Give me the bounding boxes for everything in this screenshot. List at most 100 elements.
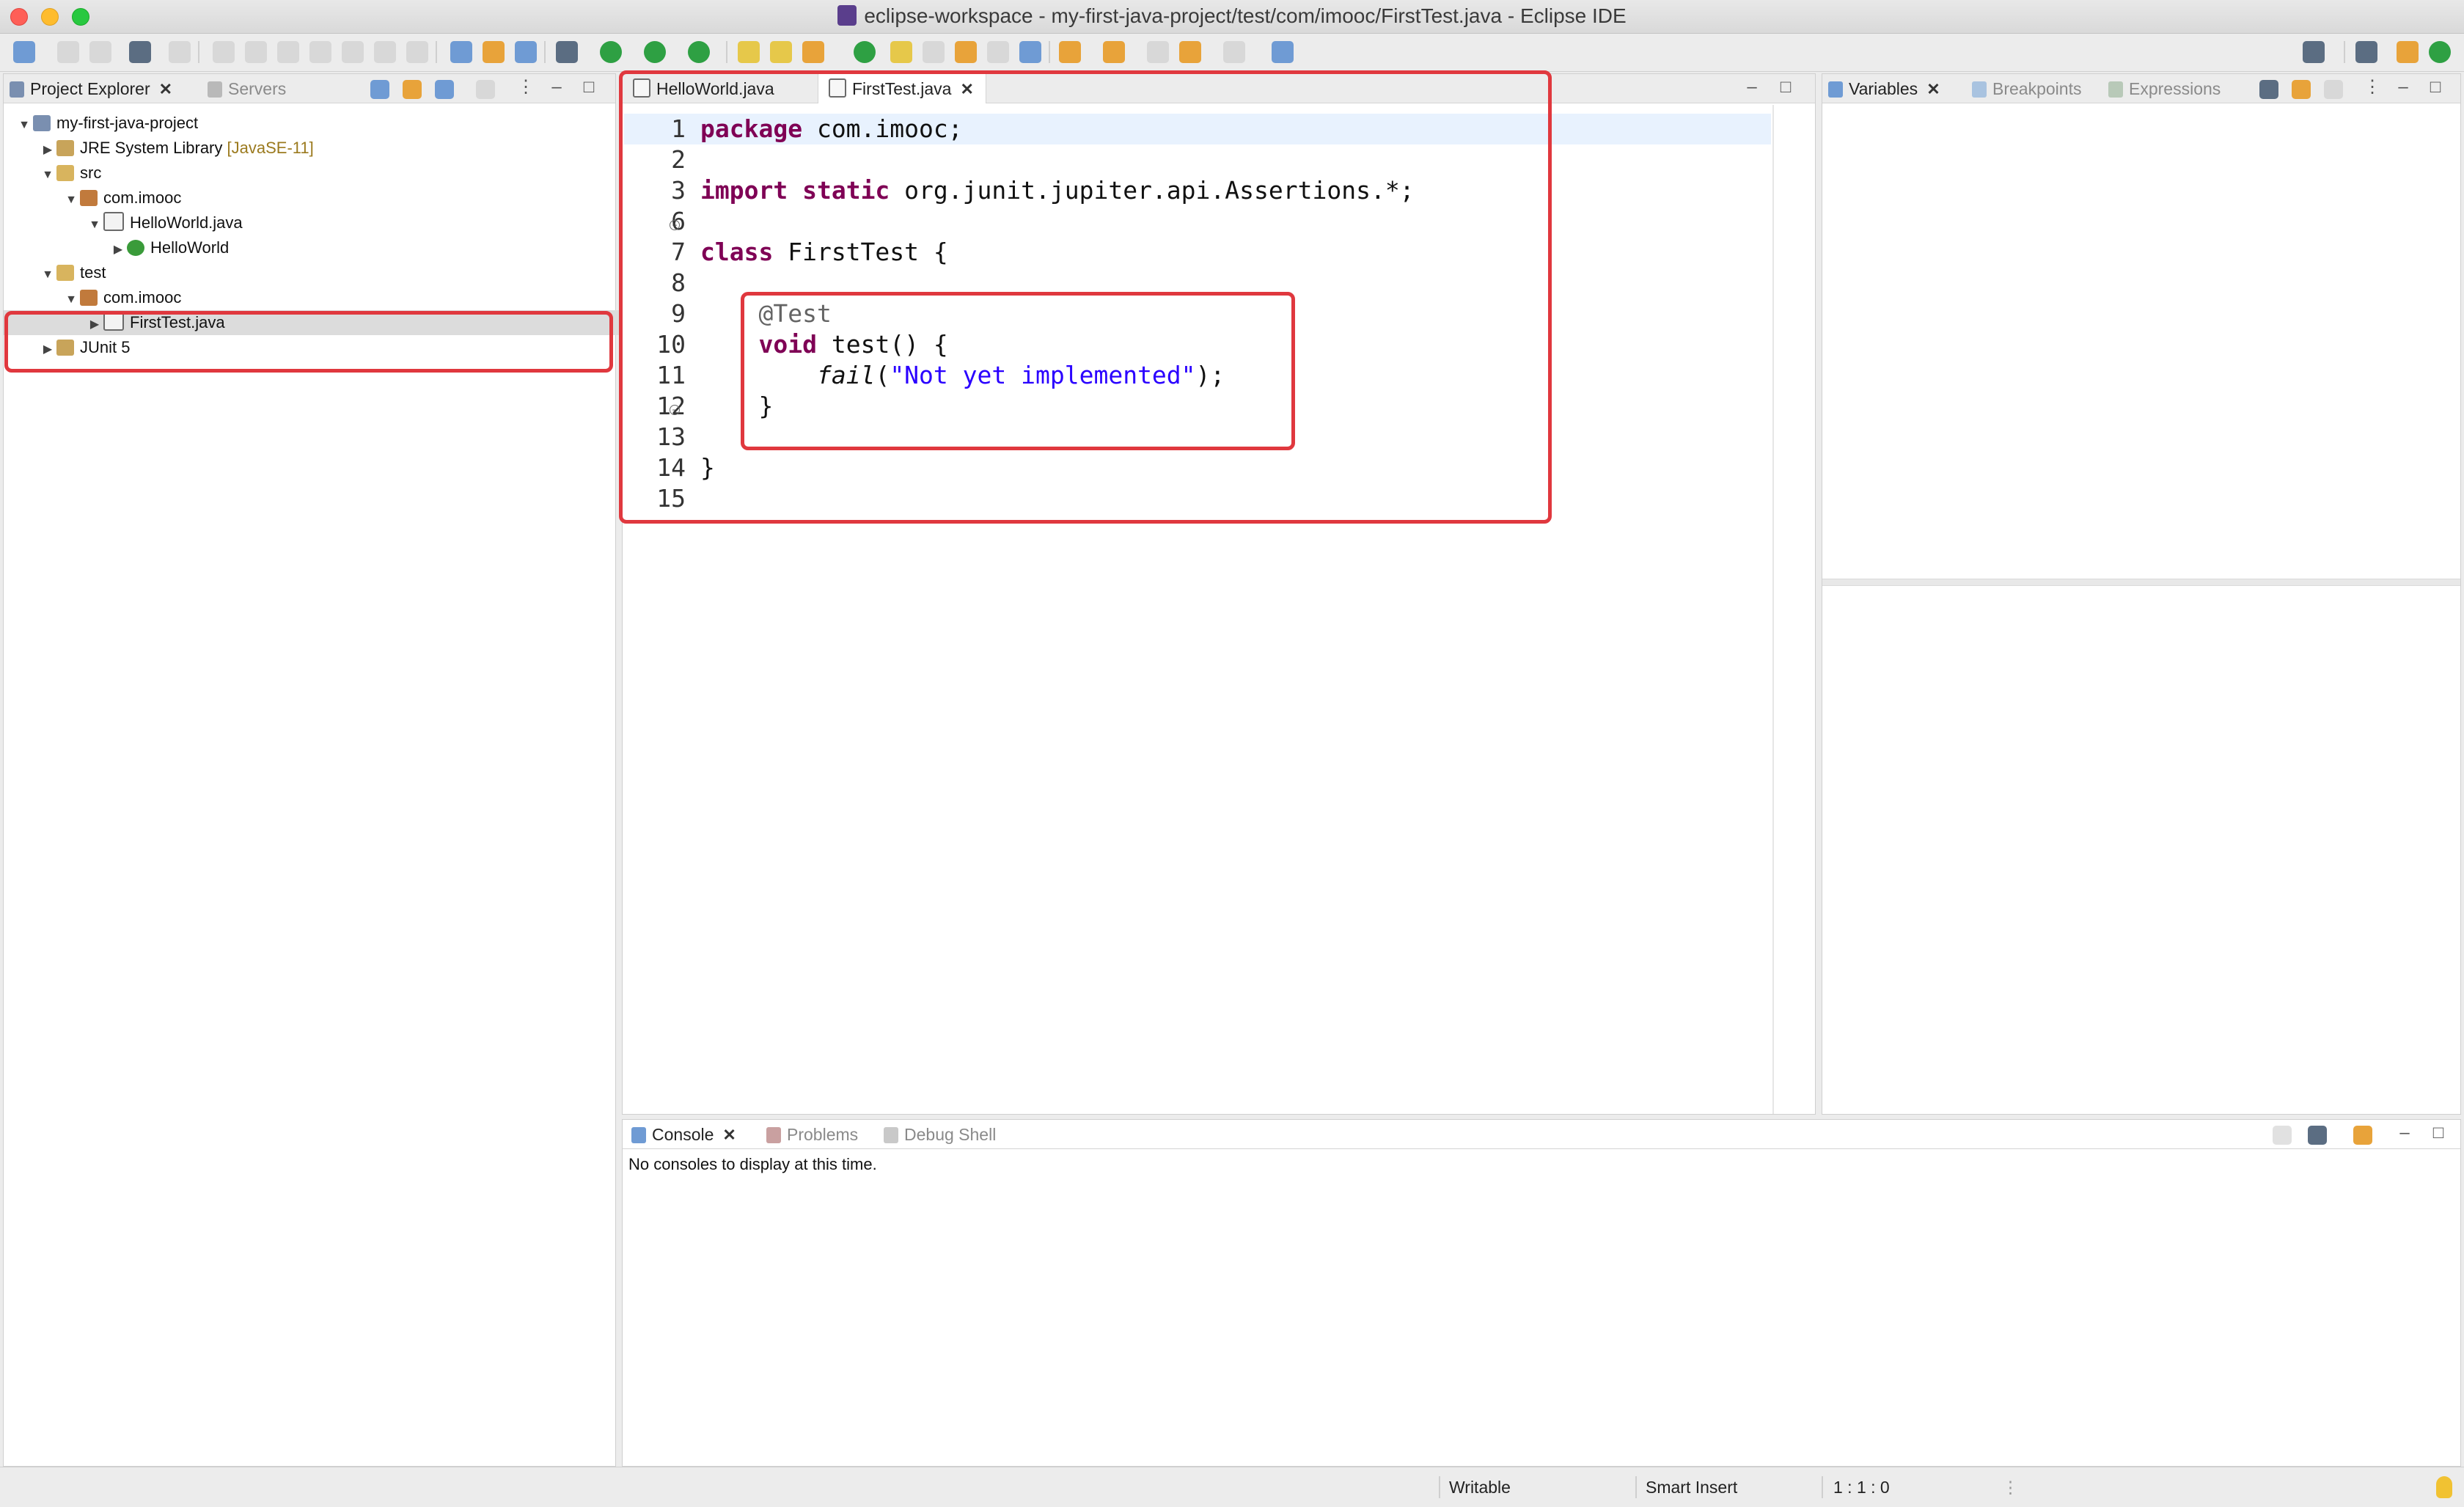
collapse-all-icon[interactable] [2324, 80, 2343, 99]
minimize-view-icon[interactable]: – [549, 78, 564, 96]
resume-icon[interactable] [213, 41, 235, 63]
debug-icon[interactable] [556, 41, 578, 63]
maximize-view-icon[interactable]: □ [2431, 1124, 2446, 1142]
edit-icon[interactable] [890, 41, 912, 63]
show-type-names-icon[interactable] [2259, 80, 2278, 99]
minimize-view-icon[interactable]: – [2397, 1124, 2412, 1142]
expanded-arrow-icon[interactable]: ▼ [15, 113, 33, 138]
expanded-arrow-icon[interactable]: ▼ [86, 213, 103, 238]
java-perspective-icon[interactable] [2397, 41, 2419, 63]
project-tree: ▼ my-first-java-project ▶ JRE System Libra… [4, 111, 694, 477]
step-return-icon[interactable] [406, 41, 428, 63]
maximize-view-icon[interactable]: □ [2428, 78, 2443, 96]
step-into-icon[interactable] [342, 41, 364, 63]
expanded-arrow-icon[interactable]: ▼ [62, 287, 80, 312]
close-icon[interactable]: ✕ [722, 1121, 736, 1150]
pin-editor-icon[interactable] [1272, 41, 1294, 63]
tree-item-package[interactable]: ▼ com.imooc [4, 186, 181, 210]
forward-icon[interactable] [1223, 41, 1245, 63]
project-explorer-tabbar: Project Explorer ✕ Servers ⋮ – □ [4, 74, 615, 103]
tab-expressions[interactable]: Expressions [2108, 74, 2221, 103]
tab-problems[interactable]: Problems [766, 1120, 858, 1149]
open-type-icon[interactable] [515, 41, 537, 63]
maximize-view-icon[interactable]: □ [582, 78, 596, 96]
tree-item-src[interactable]: ▼ src [4, 161, 101, 186]
suspend-icon[interactable] [245, 41, 267, 63]
expanded-arrow-icon[interactable]: ▼ [39, 163, 56, 188]
tree-item-project[interactable]: ▼ my-first-java-project [4, 111, 198, 136]
tree-item-jre-library[interactable]: ▶ JRE System Library [JavaSE-11] [4, 136, 314, 161]
tree-item-package[interactable]: ▼ com.imooc [4, 285, 181, 310]
link-with-editor-icon[interactable] [403, 80, 422, 99]
debug-perspective-icon[interactable] [2429, 41, 2451, 63]
focus-icon[interactable] [476, 80, 495, 99]
open-folder-icon[interactable] [738, 41, 760, 63]
mark-occurrences-icon[interactable] [483, 41, 505, 63]
variables-panel: Variables ✕ Breakpoints Expressions ⋮ – □ [1822, 73, 2461, 1115]
tip-bulb-icon[interactable] [2436, 1476, 2452, 1498]
filter-icon[interactable] [435, 80, 454, 99]
variables-splitter[interactable] [1822, 579, 2460, 586]
open-console-icon[interactable] [2353, 1126, 2372, 1145]
last-edit-location-icon[interactable] [1147, 41, 1169, 63]
terminate-icon[interactable] [277, 41, 299, 63]
view-menu-icon[interactable]: ⋮ [2364, 78, 2381, 96]
disconnect-icon[interactable] [309, 41, 331, 63]
tab-variables[interactable]: Variables ✕ [1828, 74, 1940, 103]
next-annotation-icon[interactable] [1059, 41, 1081, 63]
servers-icon [208, 81, 222, 98]
close-icon[interactable]: ✕ [1926, 75, 1940, 104]
minimize-view-icon[interactable]: – [2396, 78, 2410, 96]
show-whitespace-icon[interactable] [1019, 41, 1041, 63]
console-tabbar: Console ✕ Problems Debug Shell – □ [623, 1120, 2460, 1149]
expanded-arrow-icon[interactable]: ▼ [39, 263, 56, 287]
tree-item-test[interactable]: ▼ test [4, 260, 106, 285]
new-icon[interactable] [13, 41, 35, 63]
maximize-view-icon[interactable]: □ [1778, 78, 1793, 96]
outline-icon[interactable] [450, 41, 472, 63]
tab-servers[interactable]: Servers [208, 74, 286, 103]
project-explorer-panel: Project Explorer ✕ Servers ⋮ – □ ▼ my-firs… [3, 73, 694, 1467]
show-logical-structure-icon[interactable] [2292, 80, 2311, 99]
view-menu-icon[interactable]: ⋮ [517, 78, 535, 96]
open-file-icon[interactable] [770, 41, 792, 63]
tree-item-helloworld-java[interactable]: ▼ HelloWorld.java [4, 210, 243, 235]
minimize-view-icon[interactable]: – [1745, 78, 1759, 96]
search-task-icon[interactable] [854, 41, 876, 63]
toggle-breadcrumb-icon[interactable] [923, 41, 945, 63]
debug-shell-icon [884, 1127, 898, 1143]
status-drag-handle-icon[interactable]: ⋮ [2002, 1467, 2019, 1507]
new-wizard-icon[interactable] [802, 41, 824, 63]
tab-console[interactable]: Console ✕ [631, 1120, 736, 1149]
coverage-icon[interactable] [644, 41, 666, 63]
run-icon[interactable] [600, 41, 622, 63]
expanded-arrow-icon[interactable]: ▼ [62, 188, 80, 213]
collapse-all-icon[interactable] [370, 80, 389, 99]
external-tools-icon[interactable] [688, 41, 710, 63]
save-all-icon[interactable] [89, 41, 111, 63]
search-icon[interactable] [2303, 41, 2325, 63]
back-icon[interactable] [1179, 41, 1201, 63]
block-selection-icon[interactable] [987, 41, 1009, 63]
previous-annotation-icon[interactable] [1103, 41, 1125, 63]
step-over-icon[interactable] [374, 41, 396, 63]
project-icon [33, 115, 51, 131]
collapsed-arrow-icon[interactable]: ▶ [39, 138, 56, 163]
terminal-icon[interactable] [129, 41, 151, 63]
close-icon[interactable]: ✕ [159, 75, 172, 104]
toggle-word-wrap-icon[interactable] [955, 41, 977, 63]
save-icon[interactable] [57, 41, 79, 63]
open-perspective-icon[interactable] [2355, 41, 2377, 63]
tab-debug-shell[interactable]: Debug Shell [884, 1120, 996, 1149]
pin-console-icon[interactable] [2273, 1126, 2292, 1145]
tab-project-explorer[interactable]: Project Explorer ✕ [10, 74, 172, 103]
tab-breakpoints[interactable]: Breakpoints [1972, 74, 2081, 103]
skip-breakpoints-icon[interactable] [169, 41, 191, 63]
status-cursor-position: 1 : 1 : 0 [1833, 1478, 1890, 1497]
collapsed-arrow-icon[interactable]: ▶ [109, 238, 127, 263]
display-console-icon[interactable] [2308, 1126, 2327, 1145]
tree-item-helloworld-class[interactable]: ▶ HelloWorld [4, 235, 229, 260]
source-folder-icon [56, 165, 74, 181]
package-icon [80, 290, 98, 306]
toolbar-separator [1049, 41, 1050, 63]
